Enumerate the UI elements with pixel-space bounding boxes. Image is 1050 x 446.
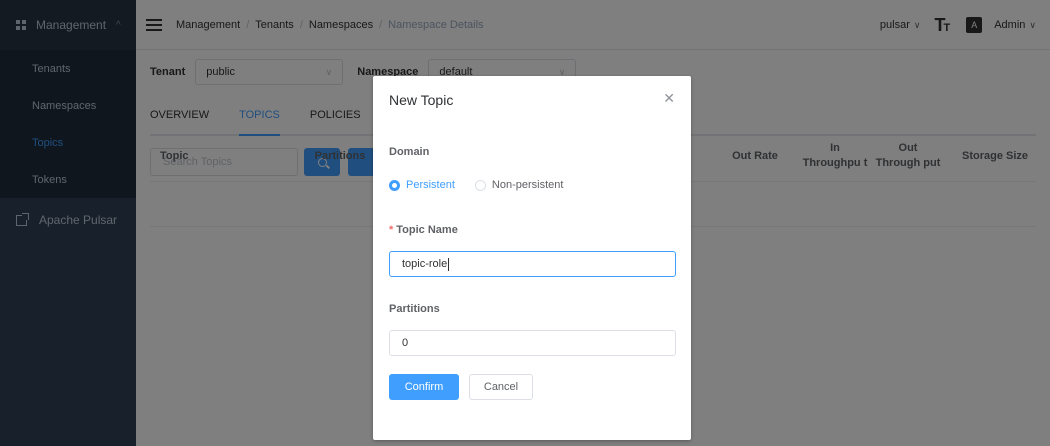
- domain-label: Domain: [389, 146, 430, 158]
- radio-persistent[interactable]: Persistent: [389, 179, 455, 191]
- topic-name-label: * Topic Name: [389, 224, 458, 236]
- radio-label: Non-persistent: [491, 179, 564, 191]
- topic-name-input[interactable]: topic-role: [389, 251, 676, 277]
- new-topic-dialog: New Topic ✕ Domain Persistent Non-persis…: [373, 76, 691, 440]
- dialog-title: New Topic: [389, 92, 454, 108]
- radio-label: Persistent: [406, 179, 455, 191]
- text-caret: [448, 257, 450, 271]
- partitions-input[interactable]: 0: [389, 330, 676, 356]
- close-icon[interactable]: ✕: [663, 90, 675, 107]
- topic-name-label-text: Topic Name: [396, 224, 458, 236]
- required-marker: *: [389, 224, 394, 236]
- partitions-value: 0: [402, 337, 409, 349]
- confirm-button[interactable]: Confirm: [389, 374, 459, 400]
- domain-radio-group: Persistent Non-persistent: [389, 179, 583, 191]
- cancel-button[interactable]: Cancel: [469, 374, 533, 400]
- radio-non-persistent[interactable]: Non-persistent: [474, 179, 564, 191]
- radio-unchecked-icon: [474, 179, 486, 191]
- partitions-label: Partitions: [389, 303, 440, 315]
- topic-name-value: topic-role: [402, 258, 448, 270]
- radio-checked-icon: [389, 179, 400, 191]
